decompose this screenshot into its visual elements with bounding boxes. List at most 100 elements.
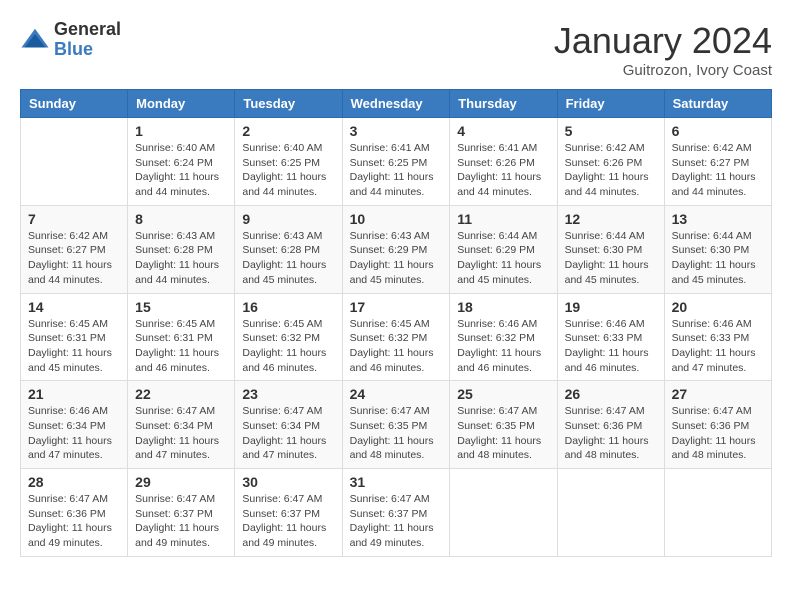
day-info: Sunrise: 6:44 AM Sunset: 6:30 PM Dayligh… (672, 229, 764, 288)
calendar-cell: 5 Sunrise: 6:42 AM Sunset: 6:26 PM Daylig… (557, 118, 664, 206)
calendar-cell: 25Sunrise: 6:47 AM Sunset: 6:35 PM Dayli… (450, 381, 557, 469)
day-number: 20 (672, 299, 764, 315)
day-number: 30 (242, 474, 334, 490)
day-info: Sunrise: 6:44 AM Sunset: 6:29 PM Dayligh… (457, 229, 549, 288)
day-info: Sunrise: 6:45 AM Sunset: 6:31 PM Dayligh… (135, 317, 227, 376)
calendar-cell: 21 Sunrise: 6:46 AM Sunset: 6:34 PM Dayli… (21, 381, 128, 469)
day-number: 4 (457, 123, 549, 139)
day-number: 23 (242, 386, 334, 402)
calendar-cell: 28 Sunrise: 6:47 AM Sunset: 6:36 PM Dayli… (21, 469, 128, 557)
calendar-cell: 10Sunrise: 6:43 AM Sunset: 6:29 PM Dayli… (342, 205, 450, 293)
calendar-cell: 6 Sunrise: 6:42 AM Sunset: 6:27 PM Daylig… (664, 118, 771, 206)
day-number: 21 (28, 386, 120, 402)
calendar-cell (21, 118, 128, 206)
weekday-header-row: SundayMondayTuesdayWednesdayThursdayFrid… (21, 90, 772, 118)
day-number: 14 (28, 299, 120, 315)
day-info: Sunrise: 6:47 AM Sunset: 6:36 PM Dayligh… (28, 492, 120, 551)
day-info: Sunrise: 6:43 AM Sunset: 6:28 PM Dayligh… (135, 229, 227, 288)
calendar-cell: 22 Sunrise: 6:47 AM Sunset: 6:34 PM Dayli… (128, 381, 235, 469)
logo-blue: Blue (54, 40, 121, 60)
weekday-sunday: Sunday (21, 90, 128, 118)
day-number: 31 (350, 474, 443, 490)
calendar-cell: 12 Sunrise: 6:44 AM Sunset: 6:30 PM Dayli… (557, 205, 664, 293)
day-number: 17 (350, 299, 443, 315)
day-number: 25 (457, 386, 549, 402)
day-number: 1 (135, 123, 227, 139)
calendar-cell: 18 Sunrise: 6:46 AM Sunset: 6:32 PM Dayli… (450, 293, 557, 381)
calendar-cell (450, 469, 557, 557)
calendar: SundayMondayTuesdayWednesdayThursdayFrid… (20, 89, 772, 557)
day-info: Sunrise: 6:46 AM Sunset: 6:33 PM Dayligh… (672, 317, 764, 376)
calendar-cell: 9 Sunrise: 6:43 AM Sunset: 6:28 PM Daylig… (235, 205, 342, 293)
month-title: January 2024 (554, 20, 772, 62)
day-info: Sunrise: 6:42 AM Sunset: 6:27 PM Dayligh… (672, 141, 764, 200)
day-info: Sunrise: 6:46 AM Sunset: 6:34 PM Dayligh… (28, 404, 120, 463)
day-number: 5 (565, 123, 657, 139)
day-number: 22 (135, 386, 227, 402)
calendar-cell: 8 Sunrise: 6:43 AM Sunset: 6:28 PM Daylig… (128, 205, 235, 293)
day-info: Sunrise: 6:40 AM Sunset: 6:24 PM Dayligh… (135, 141, 227, 200)
calendar-cell: 13 Sunrise: 6:44 AM Sunset: 6:30 PM Dayli… (664, 205, 771, 293)
logo-general: General (54, 20, 121, 40)
logo: General Blue (20, 20, 121, 60)
calendar-cell: 11Sunrise: 6:44 AM Sunset: 6:29 PM Dayli… (450, 205, 557, 293)
day-number: 29 (135, 474, 227, 490)
calendar-cell: 23Sunrise: 6:47 AM Sunset: 6:34 PM Dayli… (235, 381, 342, 469)
day-info: Sunrise: 6:46 AM Sunset: 6:32 PM Dayligh… (457, 317, 549, 376)
week-row-4: 21 Sunrise: 6:46 AM Sunset: 6:34 PM Dayli… (21, 381, 772, 469)
page-header: General Blue January 2024 Guitrozon, Ivo… (20, 20, 772, 79)
day-number: 2 (242, 123, 334, 139)
week-row-3: 14 Sunrise: 6:45 AM Sunset: 6:31 PM Dayli… (21, 293, 772, 381)
calendar-cell: 2 Sunrise: 6:40 AM Sunset: 6:25 PM Daylig… (235, 118, 342, 206)
calendar-cell: 3Sunrise: 6:41 AM Sunset: 6:25 PM Daylig… (342, 118, 450, 206)
day-info: Sunrise: 6:41 AM Sunset: 6:25 PM Dayligh… (350, 141, 443, 200)
calendar-cell: 4 Sunrise: 6:41 AM Sunset: 6:26 PM Daylig… (450, 118, 557, 206)
day-info: Sunrise: 6:47 AM Sunset: 6:37 PM Dayligh… (242, 492, 334, 551)
calendar-cell: 30 Sunrise: 6:47 AM Sunset: 6:37 PM Dayli… (235, 469, 342, 557)
calendar-cell: 14 Sunrise: 6:45 AM Sunset: 6:31 PM Dayli… (21, 293, 128, 381)
weekday-monday: Monday (128, 90, 235, 118)
day-info: Sunrise: 6:45 AM Sunset: 6:32 PM Dayligh… (242, 317, 334, 376)
day-number: 12 (565, 211, 657, 227)
day-number: 16 (242, 299, 334, 315)
day-info: Sunrise: 6:45 AM Sunset: 6:31 PM Dayligh… (28, 317, 120, 376)
day-number: 10 (350, 211, 443, 227)
location: Guitrozon, Ivory Coast (554, 62, 772, 79)
weekday-saturday: Saturday (664, 90, 771, 118)
day-number: 8 (135, 211, 227, 227)
weekday-thursday: Thursday (450, 90, 557, 118)
week-row-5: 28 Sunrise: 6:47 AM Sunset: 6:36 PM Dayli… (21, 469, 772, 557)
day-number: 18 (457, 299, 549, 315)
day-number: 27 (672, 386, 764, 402)
day-number: 19 (565, 299, 657, 315)
day-info: Sunrise: 6:47 AM Sunset: 6:36 PM Dayligh… (565, 404, 657, 463)
day-info: Sunrise: 6:44 AM Sunset: 6:30 PM Dayligh… (565, 229, 657, 288)
day-info: Sunrise: 6:40 AM Sunset: 6:25 PM Dayligh… (242, 141, 334, 200)
day-info: Sunrise: 6:42 AM Sunset: 6:26 PM Dayligh… (565, 141, 657, 200)
week-row-2: 7Sunrise: 6:42 AM Sunset: 6:27 PM Daylig… (21, 205, 772, 293)
logo-icon (20, 25, 50, 55)
day-info: Sunrise: 6:41 AM Sunset: 6:26 PM Dayligh… (457, 141, 549, 200)
weekday-friday: Friday (557, 90, 664, 118)
calendar-cell (664, 469, 771, 557)
title-block: January 2024 Guitrozon, Ivory Coast (554, 20, 772, 79)
day-info: Sunrise: 6:47 AM Sunset: 6:37 PM Dayligh… (350, 492, 443, 551)
calendar-cell: 20 Sunrise: 6:46 AM Sunset: 6:33 PM Dayli… (664, 293, 771, 381)
day-number: 6 (672, 123, 764, 139)
week-row-1: 1 Sunrise: 6:40 AM Sunset: 6:24 PM Daylig… (21, 118, 772, 206)
calendar-cell: 26 Sunrise: 6:47 AM Sunset: 6:36 PM Dayli… (557, 381, 664, 469)
day-info: Sunrise: 6:43 AM Sunset: 6:28 PM Dayligh… (242, 229, 334, 288)
day-number: 13 (672, 211, 764, 227)
day-info: Sunrise: 6:47 AM Sunset: 6:34 PM Dayligh… (135, 404, 227, 463)
weekday-wednesday: Wednesday (342, 90, 450, 118)
calendar-cell (557, 469, 664, 557)
calendar-cell: 16 Sunrise: 6:45 AM Sunset: 6:32 PM Dayli… (235, 293, 342, 381)
day-info: Sunrise: 6:47 AM Sunset: 6:35 PM Dayligh… (350, 404, 443, 463)
day-number: 28 (28, 474, 120, 490)
calendar-cell: 15Sunrise: 6:45 AM Sunset: 6:31 PM Dayli… (128, 293, 235, 381)
calendar-cell: 17Sunrise: 6:45 AM Sunset: 6:32 PM Dayli… (342, 293, 450, 381)
day-number: 7 (28, 211, 120, 227)
calendar-cell: 24Sunrise: 6:47 AM Sunset: 6:35 PM Dayli… (342, 381, 450, 469)
day-number: 9 (242, 211, 334, 227)
day-number: 26 (565, 386, 657, 402)
